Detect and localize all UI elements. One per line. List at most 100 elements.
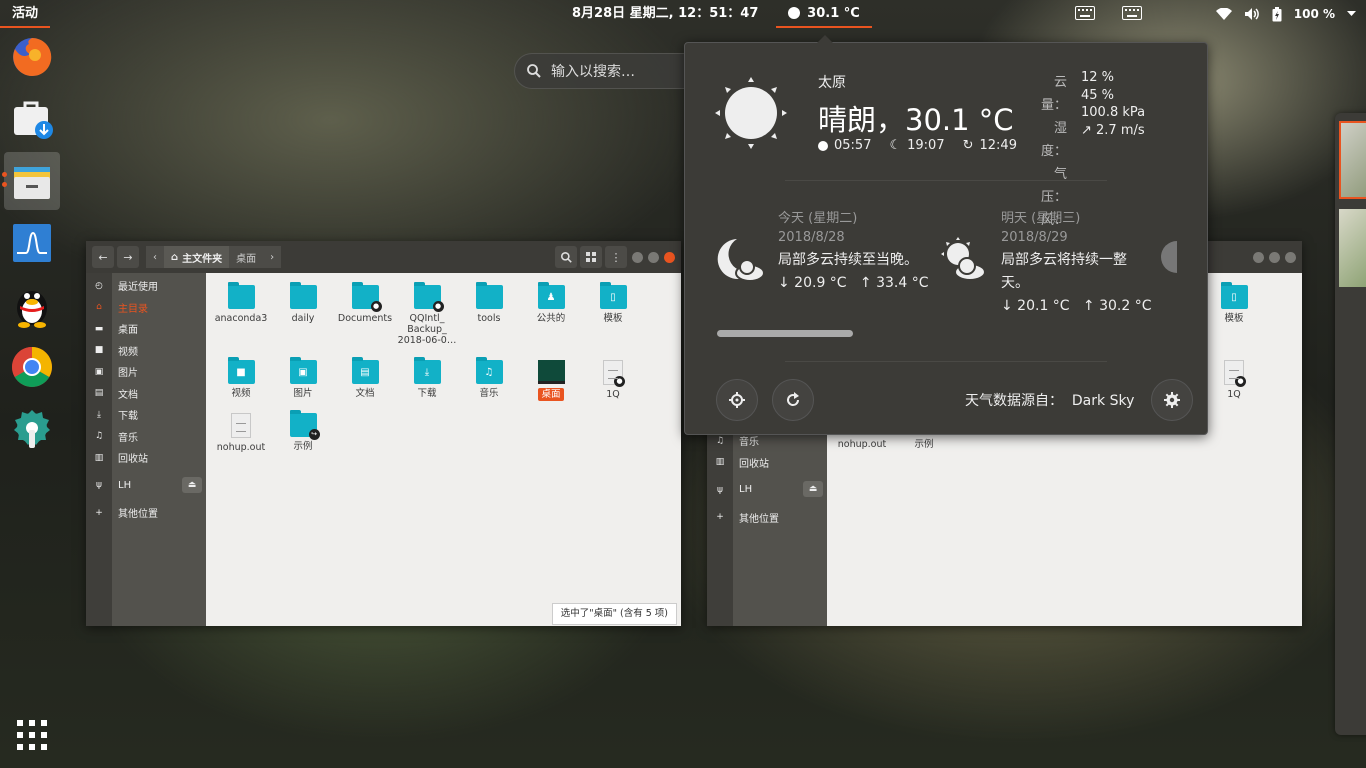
folder-item[interactable]: ● QQIntl_ Backup_ 2018-06-0… xyxy=(396,282,458,346)
folder-item-selected[interactable]: 桌面 xyxy=(520,360,582,401)
view-toggle-button[interactable] xyxy=(580,246,602,268)
sidebar-item-other-locations[interactable]: + 其他位置 xyxy=(86,502,206,524)
path-left-arrow[interactable]: ‹ xyxy=(146,246,164,268)
folder-item[interactable]: ▯ 模板 xyxy=(1203,282,1265,324)
settings-icon xyxy=(14,410,50,448)
settings-launcher[interactable] xyxy=(4,400,60,458)
sidebar-item-pictures[interactable]: ▣ 图片 xyxy=(86,361,206,383)
lock-icon: ● xyxy=(370,301,382,312)
folder-item[interactable]: ♟ 公共的 xyxy=(520,282,582,324)
link-icon: ↪ xyxy=(308,429,320,440)
qq-launcher[interactable] xyxy=(4,276,60,334)
eject-button[interactable]: ⏏ xyxy=(182,476,202,493)
maximize-button[interactable] xyxy=(648,251,659,263)
folder-item[interactable]: ♫ 音乐 xyxy=(458,357,520,399)
sun-icon xyxy=(715,77,787,149)
weather-indicator[interactable]: 30.1 °C xyxy=(776,0,872,28)
path-right-arrow[interactable]: › xyxy=(263,246,282,268)
folder-item[interactable]: ⤓ 下载 xyxy=(396,357,458,399)
folder-item[interactable]: ■ 视频 xyxy=(210,357,272,399)
folder-item[interactable]: ▣ 图片 xyxy=(272,357,334,399)
minimize-button[interactable] xyxy=(1253,251,1264,263)
firefox-launcher[interactable] xyxy=(4,28,60,86)
forward-button[interactable]: → xyxy=(117,246,139,268)
sidebar-item-other-locations[interactable]: + 其他位置 xyxy=(707,507,827,529)
sidebar-item-recent[interactable]: ◴ 最近使用 xyxy=(86,275,206,297)
sidebar-item-downloads[interactable]: ⤓ 下载 xyxy=(86,404,206,426)
back-button[interactable]: ← xyxy=(92,246,114,268)
folder-item[interactable]: ● Documents xyxy=(334,282,396,324)
window-header: ← → ‹ ⌂ 主文件夹 桌面 › ⋮ xyxy=(86,241,681,273)
detail-values: 12 % 45 % 100.8 kPa ↗ 2.7 m/s xyxy=(1081,69,1145,139)
system-monitor-launcher[interactable] xyxy=(4,214,60,272)
wind: ↗ 2.7 m/s xyxy=(1081,122,1145,138)
examples-folder-icon: ↪ xyxy=(289,410,320,440)
file-item[interactable]: ● 1Q xyxy=(1203,360,1265,400)
sidebar-item-documents[interactable]: ▤ 文档 xyxy=(86,383,206,405)
minimize-button[interactable] xyxy=(632,251,643,263)
divider xyxy=(785,180,1107,181)
plus-icon: + xyxy=(95,507,103,518)
running-indicator xyxy=(2,172,7,177)
folder-item[interactable]: anaconda3 xyxy=(210,282,272,324)
folder-item[interactable]: 示例 xyxy=(893,439,955,450)
running-indicator xyxy=(2,182,7,187)
forecast-today: 今天 (星期二) 2018/8/28 局部多云持续至当晚。 ↓ 20.9 °C … xyxy=(778,211,929,291)
software-center-launcher[interactable] xyxy=(4,90,60,148)
software-center-icon xyxy=(14,101,53,139)
battery-percent: 100 % xyxy=(1293,7,1335,21)
sidebar-item-home[interactable]: ⌂ 主目录 xyxy=(86,297,206,319)
maximize-button[interactable] xyxy=(1269,251,1280,263)
folder-item[interactable]: ↪ 示例 xyxy=(272,410,334,452)
system-monitor-icon xyxy=(13,224,51,262)
close-button[interactable] xyxy=(1285,251,1296,263)
sidebar-item-usb[interactable]: ψ LH ⏏ xyxy=(707,479,827,501)
workspace-1-thumbnail[interactable] xyxy=(1339,121,1366,199)
refresh-icon: ↻ xyxy=(962,138,974,153)
file-item[interactable]: ● 1Q xyxy=(582,360,644,400)
forecast-scrollbar[interactable] xyxy=(717,330,853,337)
activities-button[interactable]: 活动 xyxy=(0,0,51,28)
close-button[interactable] xyxy=(664,251,675,263)
sidebar-item-trash[interactable]: ▥ 回收站 xyxy=(707,452,827,474)
refresh-button[interactable] xyxy=(772,379,814,421)
search-placeholder: 输入以搜索… xyxy=(551,64,635,80)
weather-popup: 太原 晴朗，30.1 °C 05:57 ☾ 19:07 ↻ 12:49 云量： 湿度… xyxy=(684,35,1208,435)
menu-button[interactable]: ⋮ xyxy=(605,246,627,268)
folder-item[interactable]: tools xyxy=(458,282,520,324)
show-apps-button[interactable] xyxy=(4,706,60,764)
eject-button[interactable]: ⏏ xyxy=(803,481,823,497)
templates-folder-icon: ▯ xyxy=(1220,282,1248,309)
sidebar-item-desktop[interactable]: ▬ 桌面 xyxy=(86,318,206,340)
file-item[interactable]: nohup.out xyxy=(210,413,272,453)
volume-icon xyxy=(1244,8,1259,20)
workspace-switcher xyxy=(1335,113,1366,735)
keyboard-icon[interactable] xyxy=(1075,6,1095,20)
path-home[interactable]: ⌂ 主文件夹 xyxy=(164,246,230,268)
workspace-2-thumbnail[interactable] xyxy=(1339,209,1366,287)
grid-view-icon xyxy=(586,252,596,262)
files-icon xyxy=(14,167,50,199)
search-icon xyxy=(527,64,541,78)
sidebar-item-music[interactable]: ♫ 音乐 xyxy=(86,426,206,448)
folder-item[interactable]: ▤ 文档 xyxy=(334,357,396,399)
settings-button[interactable] xyxy=(1151,379,1193,421)
system-tray[interactable]: 100 % xyxy=(1215,0,1356,28)
search-button[interactable] xyxy=(555,246,577,268)
chrome-launcher[interactable] xyxy=(4,338,60,396)
file-item[interactable]: nohup.out xyxy=(831,439,893,450)
clock[interactable]: 8月28日 星期二, 12：51：47 xyxy=(572,0,758,28)
keyboard-icon[interactable] xyxy=(1122,6,1142,20)
folder-item[interactable]: ▯ 模板 xyxy=(582,282,644,324)
locate-button[interactable] xyxy=(716,379,758,421)
refresh-icon xyxy=(787,392,800,406)
path-desktop[interactable]: 桌面 xyxy=(229,246,264,268)
sidebar-item-trash[interactable]: ▥ 回收站 xyxy=(86,447,206,469)
folder-item[interactable]: daily xyxy=(272,282,334,324)
files-launcher[interactable] xyxy=(2,152,60,210)
sidebar-item-videos[interactable]: ■ 视频 xyxy=(86,340,206,362)
sidebar-item-usb[interactable]: ψ LH ⏏ xyxy=(86,475,206,497)
files-window[interactable]: ← → ‹ ⌂ 主文件夹 桌面 › ⋮ ◴ 最近使用 ⌂ 主目录 ▬ 桌面 ■ 视频 ▣… xyxy=(86,241,681,626)
search-box[interactable]: 输入以搜索… xyxy=(514,53,704,89)
desktop-folder-icon xyxy=(537,360,565,384)
